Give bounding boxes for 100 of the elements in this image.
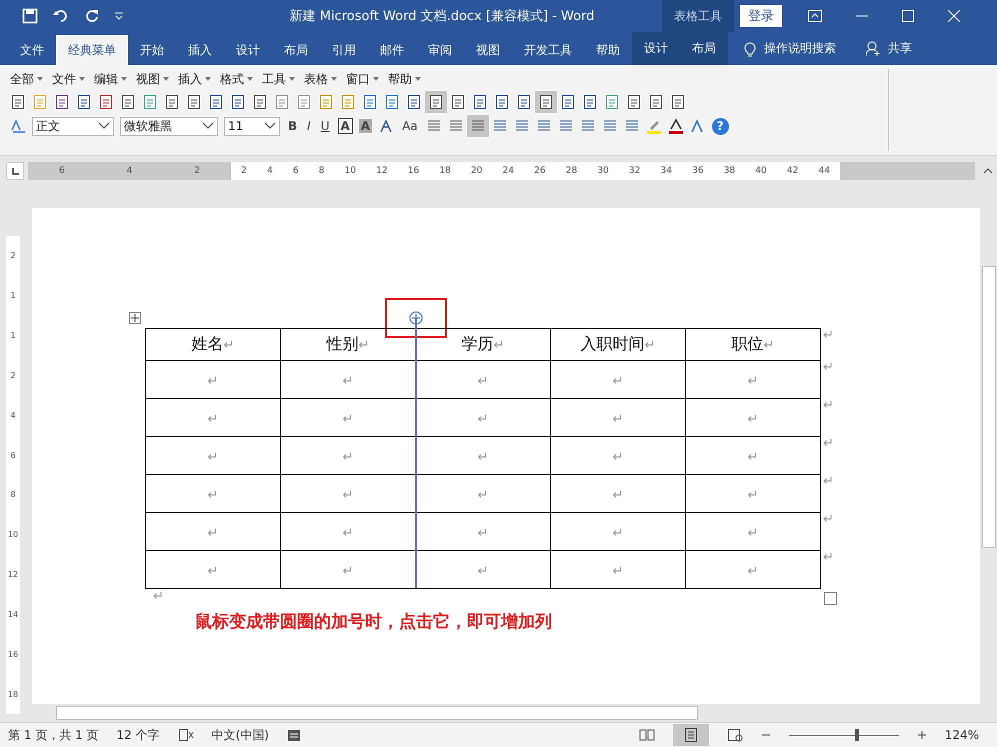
ruler-number: 42 — [786, 166, 798, 176]
style-dropdown[interactable]: 正文 — [32, 116, 114, 136]
ribbon-tab[interactable]: 帮助 — [584, 35, 632, 65]
help-button[interactable]: ? — [712, 118, 729, 134]
font-dropdown[interactable]: 微软雅黑 — [120, 116, 218, 136]
ruler-toggle-icon[interactable] — [983, 168, 993, 174]
menu-item[interactable]: 工具 — [262, 70, 295, 88]
print-layout-icon[interactable] — [682, 728, 699, 742]
table-cell: ↵ — [146, 550, 280, 588]
clear-format-icon[interactable] — [378, 118, 394, 134]
ribbon-tab[interactable]: 邮件 — [368, 35, 416, 65]
ribbon-tab[interactable]: 视图 — [464, 35, 512, 65]
ribbon-tab[interactable]: 开发工具 — [512, 35, 584, 65]
change-case-button[interactable]: Aa — [400, 119, 420, 133]
table-move-handle-icon[interactable] — [129, 312, 141, 324]
row-end-mark: ↵ — [823, 550, 834, 567]
menu-item[interactable]: 插入 — [178, 70, 211, 88]
table-cell: ↵ — [686, 398, 820, 436]
ruler-number: 2 — [241, 166, 247, 176]
caret-icon — [415, 77, 421, 81]
close-icon[interactable] — [948, 10, 960, 22]
character-border-button[interactable]: A — [338, 118, 353, 134]
zoom-in-icon[interactable] — [916, 730, 927, 740]
highlight-icon[interactable] — [646, 118, 662, 134]
tab-stop-selector[interactable] — [6, 162, 24, 180]
vertical-scrollbar[interactable] — [982, 266, 996, 548]
vertical-ruler[interactable]: 2 1 1 2 4 6 8 10 12 14 16 18 — [6, 236, 20, 714]
menu-item[interactable]: 格式 — [220, 70, 253, 88]
zoom-level[interactable]: 124% — [944, 728, 979, 742]
menu-item[interactable]: 视图 — [136, 70, 169, 88]
table-cell: ↵ — [146, 474, 280, 512]
ruler-number: 1 — [10, 331, 16, 340]
caret-icon — [289, 77, 295, 81]
font-color-icon[interactable] — [668, 118, 684, 134]
ruler-number: 2 — [10, 370, 16, 380]
word-count[interactable]: 12 个字 — [116, 726, 160, 744]
font-size-dropdown[interactable]: 11 — [224, 116, 280, 136]
macro-icon[interactable] — [287, 728, 301, 742]
share-button[interactable]: 共享 — [888, 40, 912, 57]
ribbon-tab[interactable]: 设计 — [224, 35, 272, 65]
row-end-mark: ↵ — [823, 398, 834, 415]
bold-button[interactable]: B — [286, 119, 300, 133]
insert-column-icon[interactable] — [409, 311, 423, 325]
ribbon-tab[interactable]: 设计 — [632, 32, 680, 65]
menu-item[interactable]: 文件 — [52, 70, 85, 88]
sign-in-button[interactable]: 登录 — [740, 5, 782, 27]
ribbon-tab[interactable]: 经典菜单 — [56, 35, 128, 65]
underline-button[interactable]: U — [318, 119, 332, 133]
horizontal-scrollbar[interactable] — [56, 706, 698, 720]
ribbon-display-icon[interactable] — [808, 10, 822, 22]
italic-button[interactable]: I — [305, 119, 313, 133]
ruler-number: 28 — [566, 166, 578, 176]
table-cell: ↵ — [550, 512, 686, 550]
ribbon-tab[interactable]: 插入 — [176, 35, 224, 65]
menu-item[interactable]: 窗口 — [346, 70, 379, 88]
horizontal-ruler[interactable]: 6 4 2 2 4 6 8 10 12 16 18 20 24 26 28 30 32 34 36 38 40 42 44 — [28, 162, 975, 180]
web-layout-icon[interactable] — [726, 728, 743, 742]
ribbon-tab[interactable]: 文件 — [8, 35, 56, 65]
align-right-icon[interactable] — [470, 118, 486, 134]
ribbon-tab[interactable]: 布局 — [680, 32, 728, 65]
character-shading-button[interactable]: A — [358, 119, 372, 133]
customize-caret-icon[interactable] — [114, 12, 124, 20]
ruler-number: 10 — [344, 166, 356, 176]
menu-item[interactable]: 编辑 — [94, 70, 127, 88]
menu-item[interactable]: 表格 — [304, 70, 337, 88]
ruler-number: 36 — [692, 166, 704, 176]
row-end-mark: ↵ — [823, 436, 834, 453]
annotation-text: 鼠标变成带圆圈的加号时，点击它，即可增加列 — [195, 611, 553, 633]
ruler-number: 44 — [818, 166, 830, 176]
caret-icon — [37, 77, 43, 81]
ruler-number: 6 — [58, 166, 65, 176]
minimize-icon[interactable] — [856, 15, 868, 17]
language-indicator[interactable]: 中文(中国) — [212, 726, 269, 744]
ruler-number: 40 — [755, 166, 767, 176]
menu-item[interactable]: 帮助 — [388, 70, 421, 88]
ruler-number: 4 — [10, 410, 16, 420]
ribbon-tab[interactable]: 布局 — [272, 35, 320, 65]
ruler-number: 1 — [10, 291, 16, 300]
header-cell: 学历↵ — [416, 328, 550, 360]
chevron-icon — [264, 122, 276, 130]
ruler-number: 20 — [470, 166, 482, 176]
styles-icon[interactable] — [10, 118, 26, 134]
ruler-number: 10 — [8, 530, 18, 540]
caret-icon — [373, 77, 379, 81]
ribbon-tab[interactable]: 审阅 — [416, 35, 464, 65]
ruler-number: 34 — [660, 166, 672, 176]
tell-me-search[interactable]: 操作说明搜索 — [764, 40, 836, 57]
ruler-number: 12 — [376, 166, 388, 176]
proofing-icon[interactable] — [178, 728, 194, 742]
menu-item[interactable]: 全部 — [10, 70, 43, 88]
page-count[interactable]: 第 1 页，共 1 页 — [8, 726, 99, 744]
maximize-icon[interactable] — [902, 10, 914, 22]
caret-icon — [331, 77, 337, 81]
ribbon-tab[interactable]: 引用 — [320, 35, 368, 65]
table-cell: ↵ — [686, 474, 820, 512]
word-document-icon[interactable] — [76, 94, 92, 110]
ribbon-tab[interactable]: 开始 — [128, 35, 176, 65]
blank-document-icon[interactable] — [10, 94, 26, 110]
read-mode-icon[interactable] — [638, 728, 655, 742]
table-resize-handle[interactable] — [824, 592, 837, 605]
